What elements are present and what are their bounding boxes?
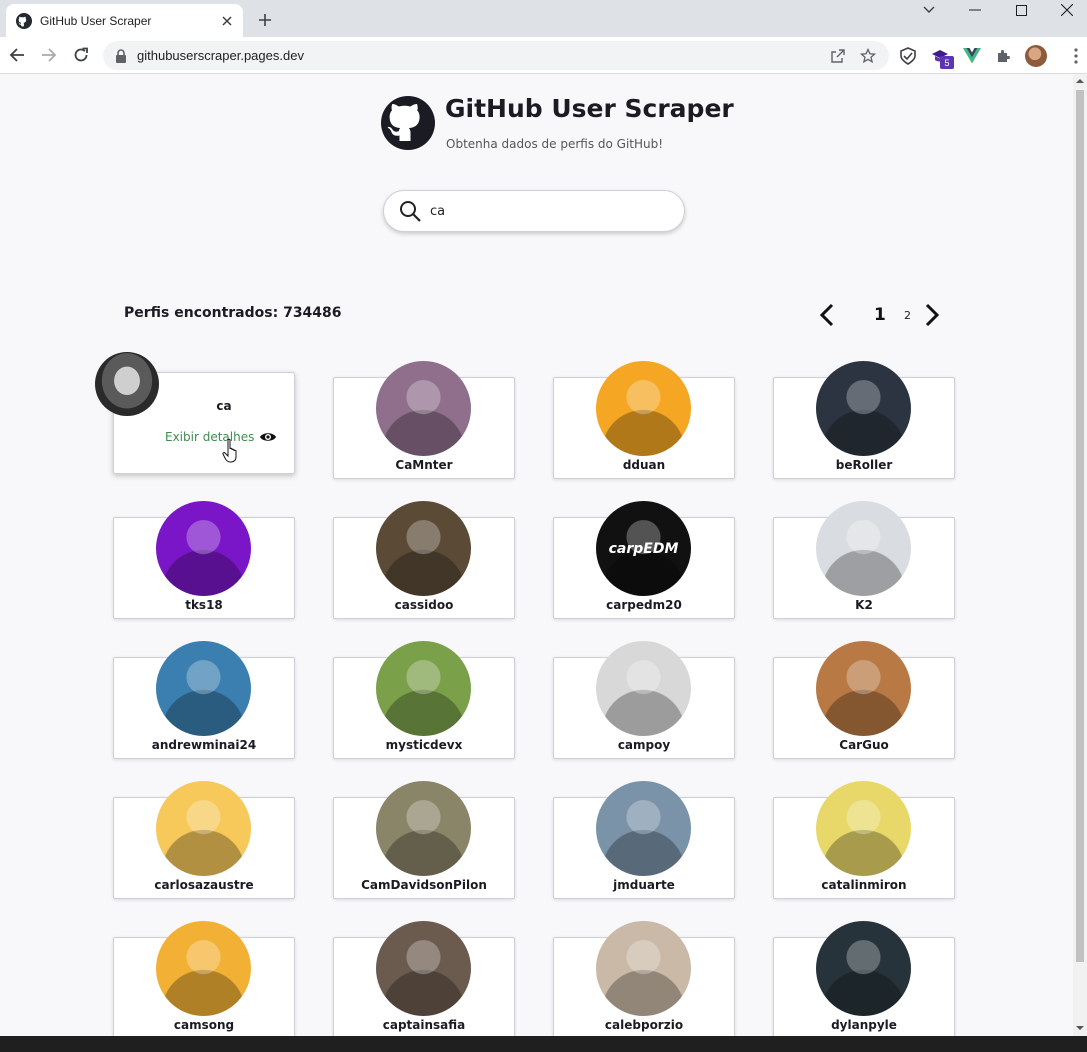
- address-bar[interactable]: githubuserscraper.pages.dev: [103, 41, 889, 70]
- avatar-logo-text: carpEDM: [608, 540, 679, 557]
- window-close-icon[interactable]: [1052, 0, 1082, 20]
- user-login: CarGuo: [839, 738, 889, 752]
- user-avatar[interactable]: [816, 641, 911, 736]
- github-logo-icon: [381, 96, 435, 150]
- tab-title: GitHub User Scraper: [40, 13, 152, 28]
- extension-shield-icon[interactable]: [898, 46, 918, 66]
- user-avatar[interactable]: [816, 361, 911, 456]
- page-viewport: GitHub User Scraper Obtenha dados de per…: [0, 74, 1073, 1036]
- show-details-link[interactable]: Exibir detalhes: [165, 430, 254, 444]
- user-login: jmduarte: [613, 878, 675, 892]
- bookmark-star-icon[interactable]: [859, 47, 877, 65]
- lock-icon[interactable]: [115, 48, 127, 63]
- current-page-number[interactable]: 1: [874, 305, 886, 325]
- hand-cursor-icon: [222, 438, 237, 463]
- user-avatar[interactable]: [816, 921, 911, 1016]
- reload-icon[interactable]: [71, 45, 91, 65]
- scroll-down-arrow-icon[interactable]: [1076, 1024, 1084, 1032]
- user-avatar[interactable]: [156, 921, 251, 1016]
- user-login: K2: [855, 598, 873, 612]
- page-scrollbar[interactable]: [1073, 74, 1087, 1036]
- user-login: cassidoo: [394, 598, 454, 612]
- user-login: dylanpyle: [831, 1018, 897, 1032]
- user-login: campoy: [617, 738, 671, 752]
- scrollbar-thumb[interactable]: [1076, 90, 1084, 962]
- user-login: captainsafia: [382, 1018, 466, 1032]
- url-text[interactable]: githubuserscraper.pages.dev: [137, 48, 829, 63]
- user-avatar[interactable]: [596, 921, 691, 1016]
- user-avatar[interactable]: [156, 501, 251, 596]
- user-login: tks18: [185, 598, 223, 612]
- user-login: carpedm20: [606, 598, 682, 612]
- vue-devtools-icon[interactable]: [962, 46, 982, 66]
- user-avatar[interactable]: [596, 781, 691, 876]
- user-avatar[interactable]: [376, 361, 471, 456]
- browser-toolbar: githubuserscraper.pages.dev: [0, 37, 1087, 74]
- browser-tab[interactable]: GitHub User Scraper: [6, 4, 243, 37]
- user-avatar[interactable]: [376, 641, 471, 736]
- scroll-up-arrow-icon[interactable]: [1076, 77, 1084, 85]
- browser-tabbar: GitHub User Scraper: [0, 0, 1087, 37]
- eye-icon[interactable]: [259, 430, 277, 444]
- os-taskbar: [0, 1036, 1087, 1052]
- user-avatar[interactable]: [596, 361, 691, 456]
- user-login: CaMnter: [395, 458, 453, 472]
- user-login: carlosazaustre: [154, 878, 254, 892]
- user-avatar[interactable]: [156, 641, 251, 736]
- user-avatar[interactable]: [376, 781, 471, 876]
- tab-close-icon[interactable]: [219, 13, 235, 29]
- user-login: dduan: [622, 458, 666, 472]
- browser-menu-icon[interactable]: [1066, 46, 1086, 66]
- search-icon: [398, 199, 422, 223]
- user-avatar[interactable]: [376, 501, 471, 596]
- results-count: Perfis encontrados: 734486: [124, 305, 342, 321]
- page-title: GitHub User Scraper: [445, 94, 734, 123]
- page-subtitle: Obtenha dados de perfis do GitHub!: [446, 137, 664, 151]
- next-page-number[interactable]: 2: [904, 309, 911, 322]
- search-box[interactable]: [383, 190, 685, 232]
- back-arrow-icon[interactable]: [7, 45, 27, 65]
- user-login-hovered: ca: [216, 399, 232, 413]
- user-login: calebporzio: [604, 1018, 684, 1032]
- next-page-chevron-icon[interactable]: [920, 302, 944, 328]
- share-icon[interactable]: [829, 47, 847, 65]
- user-avatar[interactable]: [816, 781, 911, 876]
- tab-search-chevron-icon[interactable]: [914, 0, 944, 20]
- minimize-icon[interactable]: [960, 0, 990, 20]
- user-login: mysticdevx: [385, 738, 463, 752]
- user-avatar[interactable]: [156, 781, 251, 876]
- user-login: beRoller: [835, 458, 893, 472]
- github-favicon-icon: [16, 12, 32, 29]
- profile-avatar[interactable]: [1025, 45, 1047, 67]
- user-avatar[interactable]: carpEDM: [596, 501, 691, 596]
- user-login: camsong: [173, 1018, 235, 1032]
- user-avatar[interactable]: [596, 641, 691, 736]
- user-avatar[interactable]: [376, 921, 471, 1016]
- extensions-puzzle-icon[interactable]: [994, 46, 1014, 66]
- user-login: CamDavidsonPilon: [361, 878, 487, 892]
- prev-page-chevron-icon[interactable]: [815, 302, 839, 328]
- forward-arrow-icon[interactable]: [39, 45, 59, 65]
- user-login: andrewminai24: [151, 738, 257, 752]
- user-avatar[interactable]: [816, 501, 911, 596]
- user-login: catalinmiron: [821, 878, 907, 892]
- extension-badge: 5: [940, 56, 954, 69]
- maximize-icon[interactable]: [1006, 0, 1036, 20]
- search-input[interactable]: [430, 203, 670, 219]
- new-tab-icon[interactable]: [255, 10, 275, 30]
